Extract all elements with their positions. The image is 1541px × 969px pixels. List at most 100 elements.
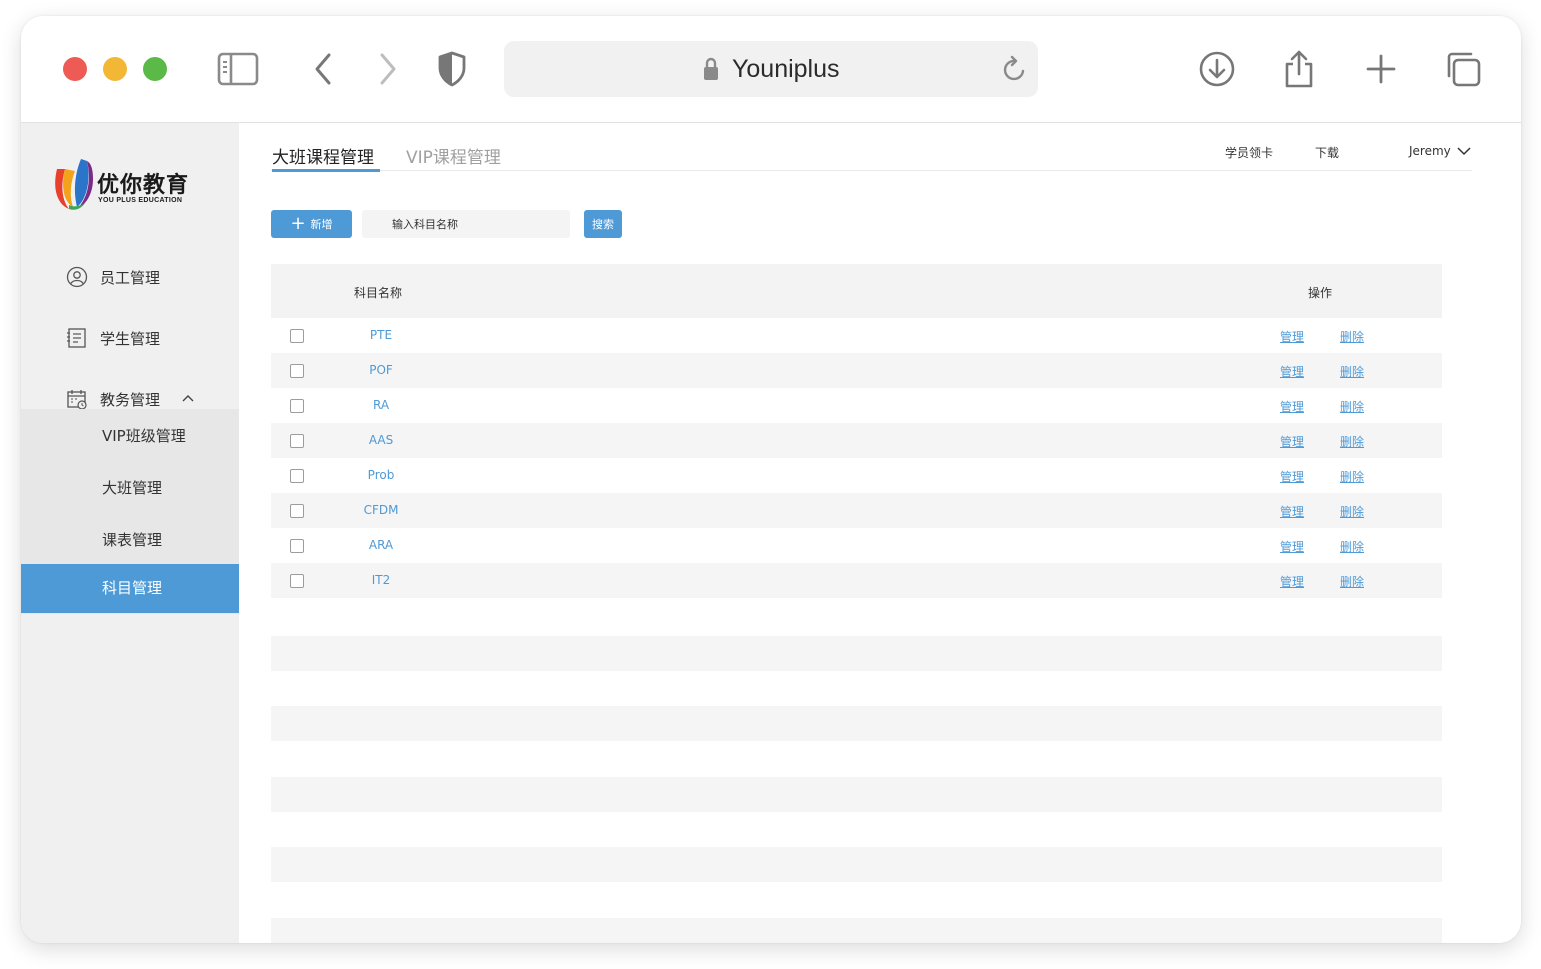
manage-link[interactable]: 管理 xyxy=(1280,363,1304,380)
row-checkbox[interactable] xyxy=(290,504,304,518)
manage-link[interactable]: 管理 xyxy=(1280,573,1304,590)
sidebar: 优你教育 YOU PLUS EDUCATION 员工管理 学生管理 教务管理 V… xyxy=(21,123,239,943)
tab-big-class-courses[interactable]: 大班课程管理 xyxy=(272,143,374,168)
empty-table-row xyxy=(271,777,1442,812)
address-url: Youniplus xyxy=(732,55,840,83)
row-checkbox[interactable] xyxy=(290,574,304,588)
tab-vip-courses[interactable]: VIP课程管理 xyxy=(406,143,501,168)
sidebar-item-staff[interactable]: 员工管理 xyxy=(21,253,239,301)
logo-brand-text: 优你教育 xyxy=(97,173,190,198)
subject-name-link[interactable]: POF xyxy=(351,363,411,377)
tab-overview-icon[interactable] xyxy=(1440,46,1486,92)
maximize-window-button[interactable] xyxy=(143,57,167,81)
manage-link[interactable]: 管理 xyxy=(1280,503,1304,520)
forward-icon[interactable] xyxy=(365,46,411,92)
submenu-item-subjects[interactable]: 科目管理 xyxy=(21,564,239,613)
subject-name-link[interactable]: ARA xyxy=(351,538,411,552)
student-card-link[interactable]: 学员领卡 xyxy=(1225,144,1273,161)
row-checkbox[interactable] xyxy=(290,399,304,413)
active-tab-indicator xyxy=(272,169,380,172)
empty-table-row xyxy=(271,636,1442,671)
add-button-label: 新增 xyxy=(310,218,333,231)
subject-name-link[interactable]: IT2 xyxy=(351,573,411,587)
sidebar-item-label: 员工管理 xyxy=(100,268,161,287)
tab-bar: 大班课程管理 VIP课程管理 学员领卡 下载 Jeremy xyxy=(271,123,1472,172)
empty-table-row xyxy=(271,847,1442,882)
row-checkbox[interactable] xyxy=(290,329,304,343)
submenu-item-label: 课表管理 xyxy=(102,531,163,549)
search-button[interactable]: 搜索 xyxy=(584,210,622,238)
table-header: 科目名称 操作 xyxy=(271,264,1442,318)
manage-link[interactable]: 管理 xyxy=(1280,398,1304,415)
delete-link[interactable]: 删除 xyxy=(1340,468,1364,485)
delete-link[interactable]: 删除 xyxy=(1340,328,1364,345)
subject-name-link[interactable]: RA xyxy=(351,398,411,412)
delete-link[interactable]: 删除 xyxy=(1340,363,1364,380)
row-checkbox[interactable] xyxy=(290,539,304,553)
manage-link[interactable]: 管理 xyxy=(1280,328,1304,345)
download-link[interactable]: 下载 xyxy=(1315,144,1339,161)
chevron-up-icon xyxy=(182,395,194,402)
table-row: ARA 管理 删除 xyxy=(271,528,1442,563)
address-bar[interactable]: Youniplus xyxy=(504,41,1038,97)
table-row: PTE 管理 删除 xyxy=(271,318,1442,353)
close-window-button[interactable] xyxy=(63,57,87,81)
privacy-shield-icon[interactable] xyxy=(429,46,475,92)
submenu-item-label: VIP班级管理 xyxy=(102,427,186,445)
sidebar-item-label: 学生管理 xyxy=(100,329,161,348)
column-header-subject-name: 科目名称 xyxy=(354,286,403,300)
user-circle-icon xyxy=(66,266,88,288)
logo-mark-icon xyxy=(55,159,93,210)
browser-window: Youniplus 优你教育 YOU PLUS EDUCATION 员工管理 学… xyxy=(21,16,1521,943)
manage-link[interactable]: 管理 xyxy=(1280,433,1304,450)
user-name: Jeremy xyxy=(1409,144,1451,158)
row-checkbox[interactable] xyxy=(290,364,304,378)
table-row: Prob 管理 删除 xyxy=(271,458,1442,493)
table-row: CFDM 管理 删除 xyxy=(271,493,1442,528)
calendar-icon xyxy=(67,390,87,410)
chevron-down-icon xyxy=(1457,147,1471,156)
user-menu[interactable]: Jeremy xyxy=(1409,144,1471,158)
plus-icon: + xyxy=(290,213,306,234)
back-icon[interactable] xyxy=(300,46,346,92)
subject-name-link[interactable]: Prob xyxy=(351,468,411,482)
sidebar-item-students[interactable]: 学生管理 xyxy=(21,314,239,362)
subject-name-link[interactable]: CFDM xyxy=(351,503,411,517)
submenu-item-big-class[interactable]: 大班管理 xyxy=(21,464,239,512)
empty-table-row xyxy=(271,918,1442,943)
subjects-table: 科目名称 操作 PTE 管理 删除 POF 管理 删除 RA 管理 删除 AAS… xyxy=(271,264,1442,598)
logo: 优你教育 YOU PLUS EDUCATION xyxy=(51,155,231,217)
submenu-item-timetable[interactable]: 课表管理 xyxy=(21,516,239,564)
academic-submenu: VIP班级管理 大班管理 课表管理 科目管理 xyxy=(21,409,239,614)
delete-link[interactable]: 删除 xyxy=(1340,398,1364,415)
submenu-item-vip-class[interactable]: VIP班级管理 xyxy=(21,412,239,460)
empty-table-row xyxy=(271,706,1442,741)
lock-icon xyxy=(704,57,718,80)
manage-link[interactable]: 管理 xyxy=(1280,468,1304,485)
table-row: AAS 管理 删除 xyxy=(271,423,1442,458)
subject-search-input[interactable] xyxy=(362,210,570,238)
browser-toolbar: Youniplus xyxy=(21,16,1521,123)
row-checkbox[interactable] xyxy=(290,434,304,448)
document-icon xyxy=(67,328,86,348)
manage-link[interactable]: 管理 xyxy=(1280,538,1304,555)
delete-link[interactable]: 删除 xyxy=(1340,573,1364,590)
reload-icon[interactable] xyxy=(1002,55,1028,83)
add-button[interactable]: + 新增 xyxy=(271,210,352,238)
delete-link[interactable]: 删除 xyxy=(1340,538,1364,555)
row-checkbox[interactable] xyxy=(290,469,304,483)
sidebar-toggle-icon[interactable] xyxy=(215,46,261,92)
subject-name-link[interactable]: PTE xyxy=(351,328,411,342)
minimize-window-button[interactable] xyxy=(103,57,127,81)
column-header-operations: 操作 xyxy=(1308,286,1333,300)
table-row: RA 管理 删除 xyxy=(271,388,1442,423)
logo-brand-subtext: YOU PLUS EDUCATION xyxy=(98,197,183,204)
subject-name-link[interactable]: AAS xyxy=(351,433,411,447)
delete-link[interactable]: 删除 xyxy=(1340,503,1364,520)
new-tab-icon[interactable] xyxy=(1358,46,1404,92)
submenu-item-label: 科目管理 xyxy=(102,579,163,597)
download-icon[interactable] xyxy=(1194,46,1240,92)
share-icon[interactable] xyxy=(1276,46,1322,92)
delete-link[interactable]: 删除 xyxy=(1340,433,1364,450)
table-row: POF 管理 删除 xyxy=(271,353,1442,388)
